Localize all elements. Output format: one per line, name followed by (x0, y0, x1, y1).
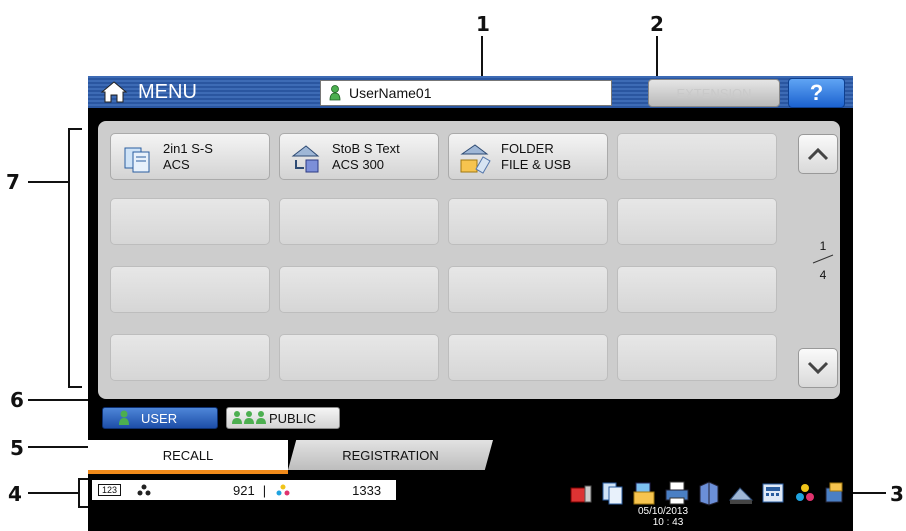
template-button-4[interactable] (617, 133, 777, 180)
public-button-label: PUBLIC (269, 410, 316, 426)
menu-button[interactable]: MENU (100, 78, 197, 106)
chevron-down-icon (807, 361, 829, 375)
template-button-1[interactable]: 2in1 S-S ACS (110, 133, 270, 180)
black-toner-icon (137, 484, 151, 496)
template-button-12[interactable] (617, 266, 777, 313)
copy-icon (124, 147, 150, 173)
counter-separator: | (262, 482, 267, 498)
folder-icon (460, 144, 491, 174)
color-icon[interactable] (792, 480, 818, 506)
page-total: 4 (819, 268, 827, 282)
callout-bracket-4 (78, 478, 80, 508)
extension-button[interactable]: EXTENSION (648, 79, 780, 107)
help-label: ? (809, 80, 824, 105)
template-1-line2: ACS (163, 157, 190, 172)
box-icon[interactable] (632, 480, 658, 506)
template-button-5[interactable] (110, 198, 270, 245)
black-count: 921 (233, 482, 255, 498)
color-count: 1333 (352, 482, 382, 498)
copy-function-icon[interactable] (600, 480, 626, 506)
scroll-up-button[interactable] (798, 134, 838, 174)
status-bar: 123 921 | 1333 05/10/2013 10: 43 (88, 474, 853, 531)
callout-line-4 (28, 492, 80, 494)
callout-bracket-7 (68, 128, 70, 388)
user-icon (119, 410, 129, 425)
template-2-line1: StoB S Text (332, 141, 400, 156)
template-button-11[interactable] (448, 266, 608, 313)
username-text: UserName01 (349, 85, 432, 101)
template-button-9[interactable] (110, 266, 270, 313)
page-indicator: 1 4 (803, 239, 843, 282)
callout-bracket-4-bot (78, 506, 88, 508)
scan-icon[interactable] (728, 480, 754, 506)
callout-5: 5 (10, 436, 24, 460)
callout-3: 3 (890, 482, 904, 506)
help-button[interactable]: ? (788, 78, 845, 108)
home-icon (100, 81, 128, 103)
template-1-line1: 2in1 S-S (163, 141, 213, 156)
extension-label: EXTENSION (676, 85, 752, 101)
scan-to-box-icon (291, 145, 320, 173)
template-button-16[interactable] (617, 334, 777, 381)
page-current: 1 (819, 239, 827, 253)
template-button-6[interactable] (279, 198, 439, 245)
counter-display: 123 921 | 1333 (92, 480, 396, 500)
user-button-label: USER (141, 410, 178, 426)
callout-1: 1 (476, 12, 490, 36)
template-button-15[interactable] (448, 334, 608, 381)
template-button-3[interactable]: FOLDER FILE & USB (448, 133, 608, 180)
template-panel: 2in1 S-S ACS StoB S Text ACS 300 FOLDER FIL… (98, 121, 840, 399)
template-button-2[interactable]: StoB S Text ACS 300 (279, 133, 439, 180)
template-button-14[interactable] (279, 334, 439, 381)
public-button[interactable]: PUBLIC (226, 407, 340, 429)
callout-4: 4 (8, 482, 22, 506)
fax-icon[interactable] (696, 480, 722, 506)
color-toner-icon (276, 484, 290, 496)
group-icon (232, 411, 266, 424)
time-text: 10 : 43 (652, 517, 684, 528)
template-3-line2: FILE & USB (501, 157, 572, 172)
template-3-line1: FOLDER (501, 141, 554, 156)
top-bar: MENU UserName01 EXTENSION ? (88, 76, 853, 108)
callout-bracket-7-top (68, 128, 82, 130)
template-button-10[interactable] (279, 266, 439, 313)
callout-6: 6 (10, 388, 24, 412)
template-button-13[interactable] (110, 334, 270, 381)
tab-recall-label: RECALL (162, 447, 214, 463)
scroll-down-button[interactable] (798, 348, 838, 388)
callout-bracket-7-bot (68, 386, 82, 388)
template-2-line2: ACS 300 (332, 157, 385, 172)
counter-icon: 123 (98, 484, 122, 496)
network-fax-icon[interactable] (760, 480, 786, 506)
toner-icon[interactable] (568, 480, 594, 506)
template-button-8[interactable] (617, 198, 777, 245)
date-text: 05/10/2013 (638, 506, 689, 517)
device-screen: MENU UserName01 EXTENSION ? 2in1 S-SACS (88, 76, 853, 531)
callout-bracket-4-top (78, 478, 88, 480)
template-button-7[interactable] (448, 198, 608, 245)
job-icon[interactable] (822, 480, 848, 506)
tab-recall[interactable]: RECALL (88, 440, 288, 475)
callout-line-7 (28, 181, 68, 183)
chevron-up-icon (807, 147, 829, 161)
username-display: UserName01 (320, 80, 612, 106)
callout-7: 7 (6, 170, 20, 194)
tab-registration-label: REGISTRATION (342, 447, 439, 463)
user-button[interactable]: USER (102, 407, 218, 429)
callout-2: 2 (650, 12, 664, 36)
user-icon (329, 85, 341, 101)
tab-registration[interactable]: REGISTRATION (288, 440, 493, 470)
print-icon[interactable] (664, 480, 690, 506)
page-slash (812, 254, 834, 264)
menu-label: MENU (138, 80, 197, 103)
